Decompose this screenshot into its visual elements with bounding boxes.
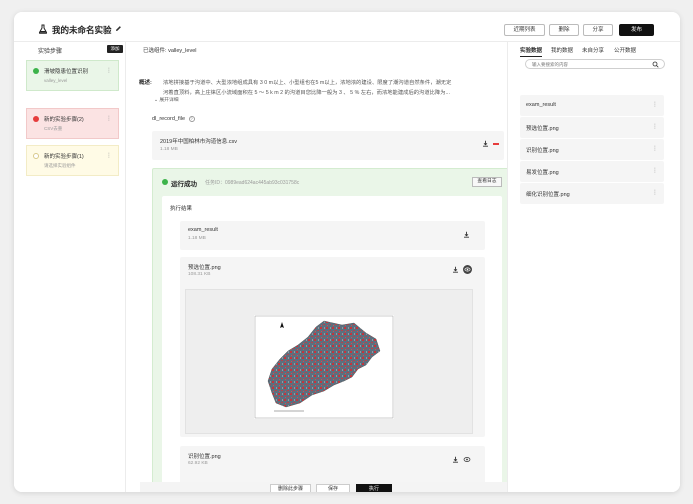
more-vertical-icon[interactable]: ⋮ bbox=[106, 67, 112, 74]
main-panel: 已选组件: valley_level 概述: 浓地拼接基于沟道中、大型浓地组成具… bbox=[126, 42, 509, 492]
component-label: 已选组件: valley_level bbox=[143, 48, 197, 54]
success-status-icon bbox=[33, 68, 39, 74]
data-item[interactable]: exam_result ⋮ bbox=[520, 95, 664, 116]
data-item[interactable]: 细化识别位置.png ⋮ bbox=[520, 183, 664, 204]
more-vertical-icon[interactable]: ⋮ bbox=[106, 115, 112, 122]
add-step-button[interactable]: 添加 bbox=[107, 45, 123, 53]
delete-button[interactable]: 删除 bbox=[549, 24, 579, 36]
component-value: valley_level bbox=[168, 48, 197, 54]
expand-details-link[interactable]: ⌄ 展开详细 bbox=[154, 96, 179, 103]
tab-public-data[interactable]: 公开数据 bbox=[614, 46, 636, 54]
result-size: 1.18 MB bbox=[188, 236, 206, 241]
step-component: 请选择实验组件 bbox=[44, 163, 76, 168]
result-size: 108.31 KB bbox=[188, 272, 211, 277]
run-button[interactable]: 执行 bbox=[356, 484, 392, 492]
step-item-3[interactable]: 新的实验步骤(1) 请选择实验组件 ⋮ bbox=[26, 145, 119, 176]
steps-sidebar: 实验步骤 添加 滑坡隐患位置识别 valley_level ⋮ 新的实验步骤(2… bbox=[14, 42, 126, 492]
app-window: 我的未命名实验 近期列表 删除 分享 发布 实验步骤 添加 滑坡隐患位置识别 v… bbox=[14, 12, 680, 492]
tab-unshared[interactable]: 未自分享 bbox=[582, 46, 604, 54]
download-icon[interactable] bbox=[452, 456, 459, 465]
data-search bbox=[525, 59, 665, 69]
result-card-exam: exam_result 1.18 MB bbox=[180, 221, 485, 250]
results-title: 执行结果 bbox=[170, 206, 193, 212]
overview-label: 概述: bbox=[139, 80, 152, 86]
result-size: 62.92 KB bbox=[188, 461, 208, 466]
run-status: 运行成功 bbox=[171, 181, 197, 188]
steps-title: 实验步骤 bbox=[38, 49, 63, 55]
data-item[interactable]: 预选位置.png ⋮ bbox=[520, 117, 664, 138]
download-icon[interactable] bbox=[463, 231, 470, 240]
tab-experiment-data[interactable]: 实验数据 bbox=[520, 46, 543, 57]
chevron-down-icon: ⌄ bbox=[154, 98, 159, 103]
result-name: 识别位置.png bbox=[188, 454, 221, 460]
data-item[interactable]: 识别位置.png ⋮ bbox=[520, 139, 664, 160]
step-component: CSV去重 bbox=[44, 126, 63, 131]
more-vertical-icon[interactable]: ⋮ bbox=[652, 189, 658, 196]
file-name: 2019年中国柏林市沟道信息.csv bbox=[160, 139, 238, 145]
input-file-card: 2019年中国柏林市沟道信息.csv 1.18 MB bbox=[152, 131, 504, 160]
help-icon[interactable]: ? bbox=[188, 116, 195, 122]
publish-button[interactable]: 发布 bbox=[619, 24, 654, 36]
eye-icon[interactable] bbox=[463, 265, 472, 274]
save-button[interactable]: 保存 bbox=[316, 484, 350, 492]
result-card-preselect: 预选位置.png 108.31 KB bbox=[180, 257, 485, 437]
step-component: valley_level bbox=[44, 78, 68, 83]
description-text: 浓地拼接基于沟道中、大型浓地组成具有 3 0 m以上、小型组也在5 m以上，浓地… bbox=[163, 80, 452, 96]
share-button[interactable]: 分享 bbox=[583, 24, 613, 36]
terrain-map-image bbox=[254, 315, 394, 419]
top-bar: 我的未命名实验 近期列表 删除 分享 发布 bbox=[14, 12, 680, 42]
file-size: 1.18 MB bbox=[160, 147, 178, 152]
edit-title-icon[interactable] bbox=[115, 25, 122, 34]
step-item-2[interactable]: 新的实验步骤(2) CSV去重 ⋮ bbox=[26, 108, 119, 139]
search-input[interactable] bbox=[532, 60, 642, 68]
tab-my-data[interactable]: 我的数据 bbox=[551, 46, 573, 54]
more-vertical-icon[interactable]: ⋮ bbox=[652, 167, 658, 174]
step-item-1[interactable]: 滑坡隐患位置识别 valley_level ⋮ bbox=[26, 60, 119, 91]
run-result-box: 运行成功 任务ID：0989ead624ac445ab93c031758c 查看… bbox=[152, 168, 509, 486]
step-name: 滑坡隐患位置识别 bbox=[44, 69, 89, 75]
view-log-button[interactable]: 查看日志 bbox=[472, 177, 502, 187]
idle-status-icon bbox=[33, 153, 39, 159]
data-item[interactable]: 易发位置.png ⋮ bbox=[520, 161, 664, 182]
more-vertical-icon[interactable]: ⋮ bbox=[106, 152, 112, 159]
step-name: 新的实验步骤(1) bbox=[44, 154, 84, 160]
download-icon[interactable] bbox=[452, 266, 459, 275]
image-preview bbox=[185, 289, 473, 434]
delete-step-button[interactable]: 删除此步骤 bbox=[270, 484, 311, 492]
eye-icon[interactable] bbox=[463, 456, 471, 465]
step-name: 新的实验步骤(2) bbox=[44, 117, 84, 123]
recent-list-button[interactable]: 近期列表 bbox=[504, 24, 545, 36]
param-label: dl_record_file ? bbox=[152, 116, 195, 122]
more-vertical-icon[interactable]: ⋮ bbox=[652, 145, 658, 152]
result-card-identify: 识别位置.png 62.92 KB bbox=[180, 446, 485, 485]
task-id: 任务ID：0989ead624ac445ab93c031758c bbox=[205, 180, 300, 186]
error-status-icon bbox=[33, 116, 39, 122]
success-status-icon bbox=[162, 179, 168, 185]
result-name: 预选位置.png bbox=[188, 265, 221, 271]
result-name: exam_result bbox=[188, 227, 218, 233]
flask-icon bbox=[38, 24, 48, 36]
data-sidebar: 实验数据 我的数据 未自分享 公开数据 exam_result ⋮ 预选位置.p… bbox=[507, 42, 680, 492]
search-icon[interactable] bbox=[652, 61, 659, 70]
results-panel: 执行结果 exam_result 1.18 MB 预选位置.png 108.31… bbox=[162, 196, 502, 485]
remove-icon[interactable] bbox=[493, 143, 499, 145]
experiment-title: 我的未命名实验 bbox=[52, 25, 112, 35]
more-vertical-icon[interactable]: ⋮ bbox=[652, 123, 658, 130]
download-icon[interactable] bbox=[482, 140, 489, 149]
more-vertical-icon[interactable]: ⋮ bbox=[652, 101, 658, 108]
